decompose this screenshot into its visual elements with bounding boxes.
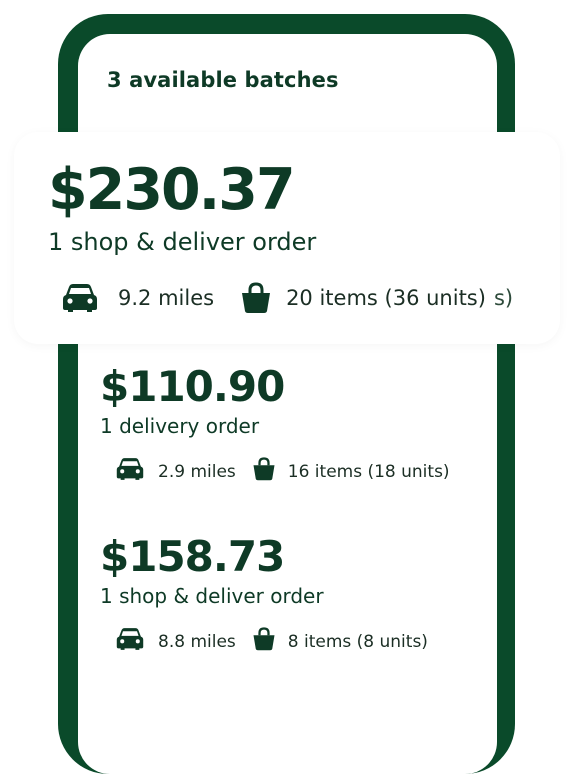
batch-card[interactable]: $158.73 1 shop & deliver order 8.8 miles… [100, 536, 428, 657]
shopping-bag-icon [252, 456, 276, 487]
car-icon [116, 457, 144, 486]
car-icon [62, 283, 98, 313]
available-batches-heading: 3 available batches [107, 68, 339, 92]
batch-price: $158.73 [100, 532, 285, 581]
batch-meta: 9.2 miles 20 items (36 units) s) [62, 282, 513, 314]
batch-card[interactable]: $110.90 1 delivery order 2.9 miles 16 it… [100, 366, 450, 487]
batch-order-type: 1 shop & deliver order [48, 228, 317, 256]
batch-distance: 2.9 miles [158, 461, 236, 482]
batch-items: 20 items (36 units) [286, 286, 486, 310]
batch-price: $110.90 [100, 362, 285, 411]
batch-distance: 8.8 miles [158, 631, 236, 652]
shopping-bag-icon [240, 282, 272, 314]
car-icon [116, 627, 144, 656]
batch-distance: 9.2 miles [118, 286, 215, 310]
batch-order-type: 1 delivery order [100, 414, 260, 438]
shopping-bag-icon [252, 626, 276, 657]
batch-price: $230.37 [48, 157, 296, 223]
batch-meta: 8.8 miles 8 items (8 units) [116, 626, 428, 657]
batch-items: 16 items (18 units) [287, 461, 450, 482]
featured-batch-card[interactable]: $230.37 1 shop & deliver order 9.2 miles… [14, 132, 560, 344]
batch-items-overflow-text: s) [493, 286, 514, 310]
batch-items: 8 items (8 units) [287, 631, 428, 652]
batch-order-type: 1 shop & deliver order [100, 584, 324, 608]
batch-meta: 2.9 miles 16 items (18 units) [116, 456, 450, 487]
